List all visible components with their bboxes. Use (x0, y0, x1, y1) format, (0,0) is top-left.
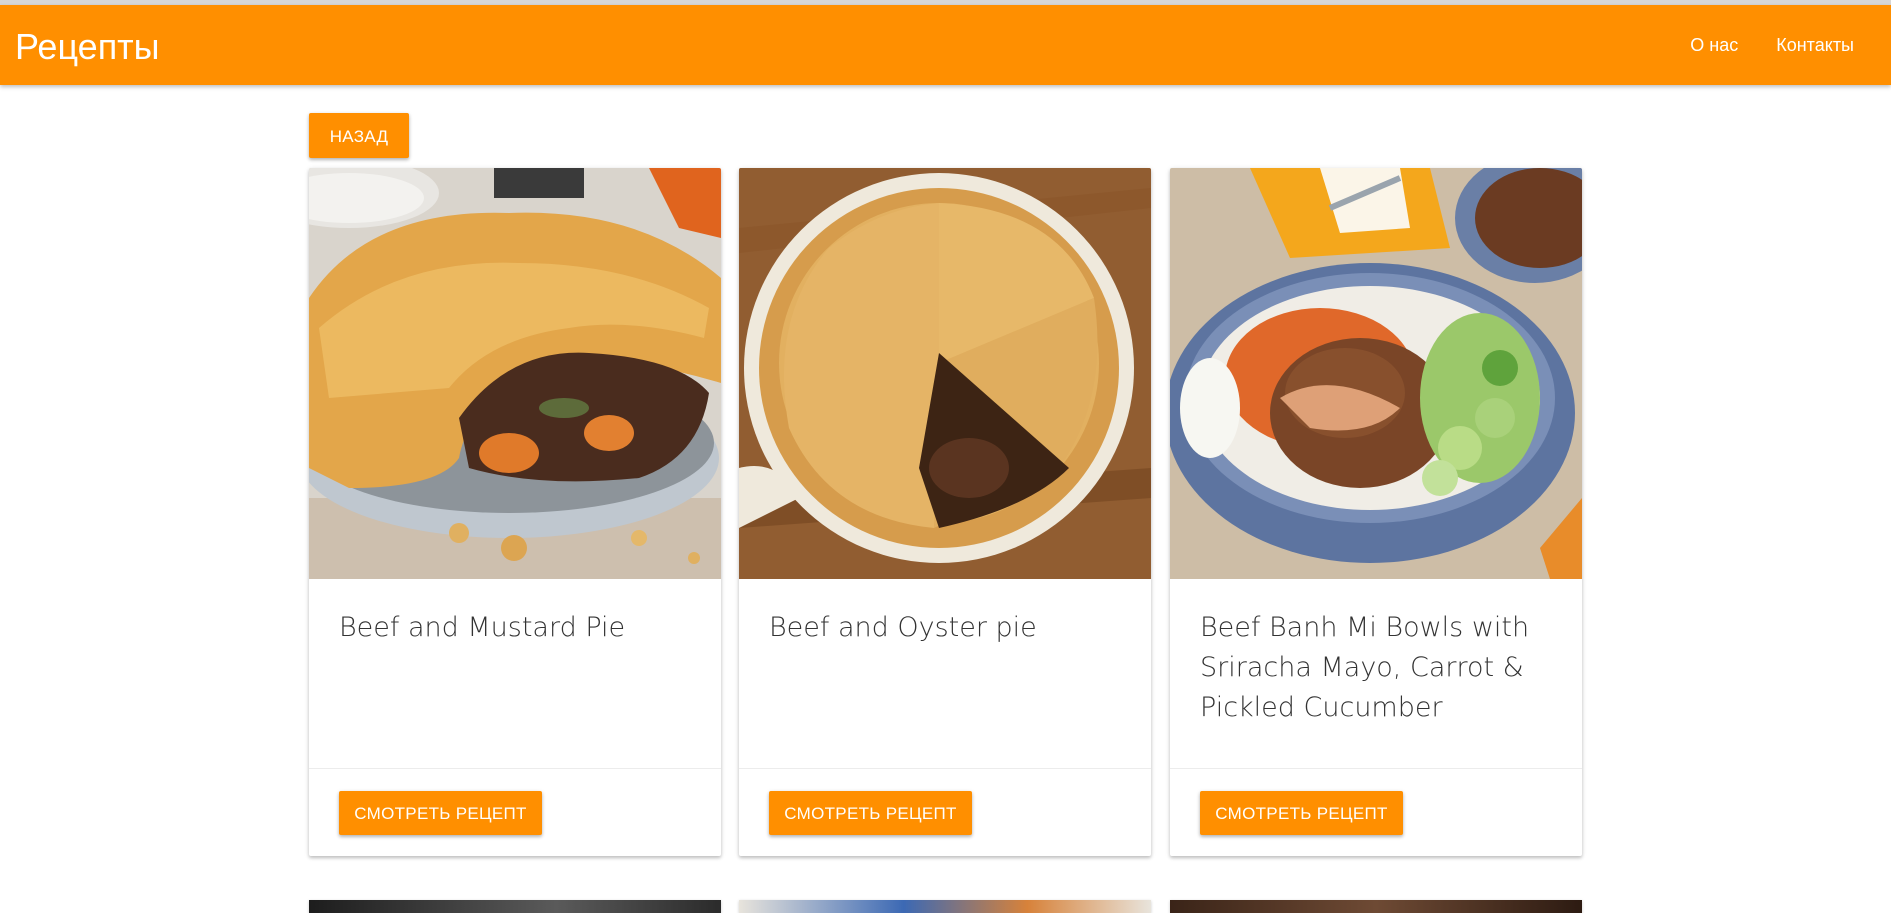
recipe-title: Beef Banh Mi Bowls with Sriracha Mayo, C… (1200, 612, 1530, 723)
nav-links: О нас Контакты (1671, 5, 1873, 85)
card-action: Смотреть рецепт (1170, 768, 1582, 856)
recipe-title: Beef and Oyster pie (769, 612, 1037, 643)
recipe-card-partial[interactable] (739, 900, 1151, 913)
back-button[interactable]: Назад (309, 113, 409, 158)
card-action: Смотреть рецепт (309, 768, 721, 856)
nav-link-about[interactable]: О нас (1671, 35, 1757, 56)
card-content: Beef and Oyster pie (769, 608, 1121, 648)
recipe-card: Beef Banh Mi Bowls with Sriracha Mayo, C… (1170, 168, 1582, 856)
recipe-title: Beef and Mustard Pie (339, 612, 626, 643)
view-recipe-button[interactable]: Смотреть рецепт (339, 791, 542, 835)
view-recipe-button[interactable]: Смотреть рецепт (1200, 791, 1403, 835)
recipe-image-beef-mustard-pie[interactable] (309, 168, 721, 579)
recipe-card-partial[interactable] (1170, 900, 1582, 913)
brand-logo[interactable]: Рецепты (15, 27, 160, 67)
view-recipe-button[interactable]: Смотреть рецепт (769, 791, 972, 835)
recipe-image-banh-mi-bowl[interactable] (1170, 168, 1582, 579)
navbar: Рецепты О нас Контакты (0, 5, 1891, 85)
recipe-card: Beef and Oyster pie Смотреть рецепт (739, 168, 1151, 856)
card-content: Beef Banh Mi Bowls with Sriracha Mayo, C… (1200, 608, 1552, 728)
recipe-card-partial[interactable] (309, 900, 721, 913)
recipe-card: Beef and Mustard Pie Смотреть рецепт (309, 168, 721, 856)
nav-link-contacts[interactable]: Контакты (1757, 35, 1873, 56)
card-action: Смотреть рецепт (739, 768, 1151, 856)
card-content: Beef and Mustard Pie (339, 608, 691, 648)
recipe-image-beef-oyster-pie[interactable] (739, 168, 1151, 579)
